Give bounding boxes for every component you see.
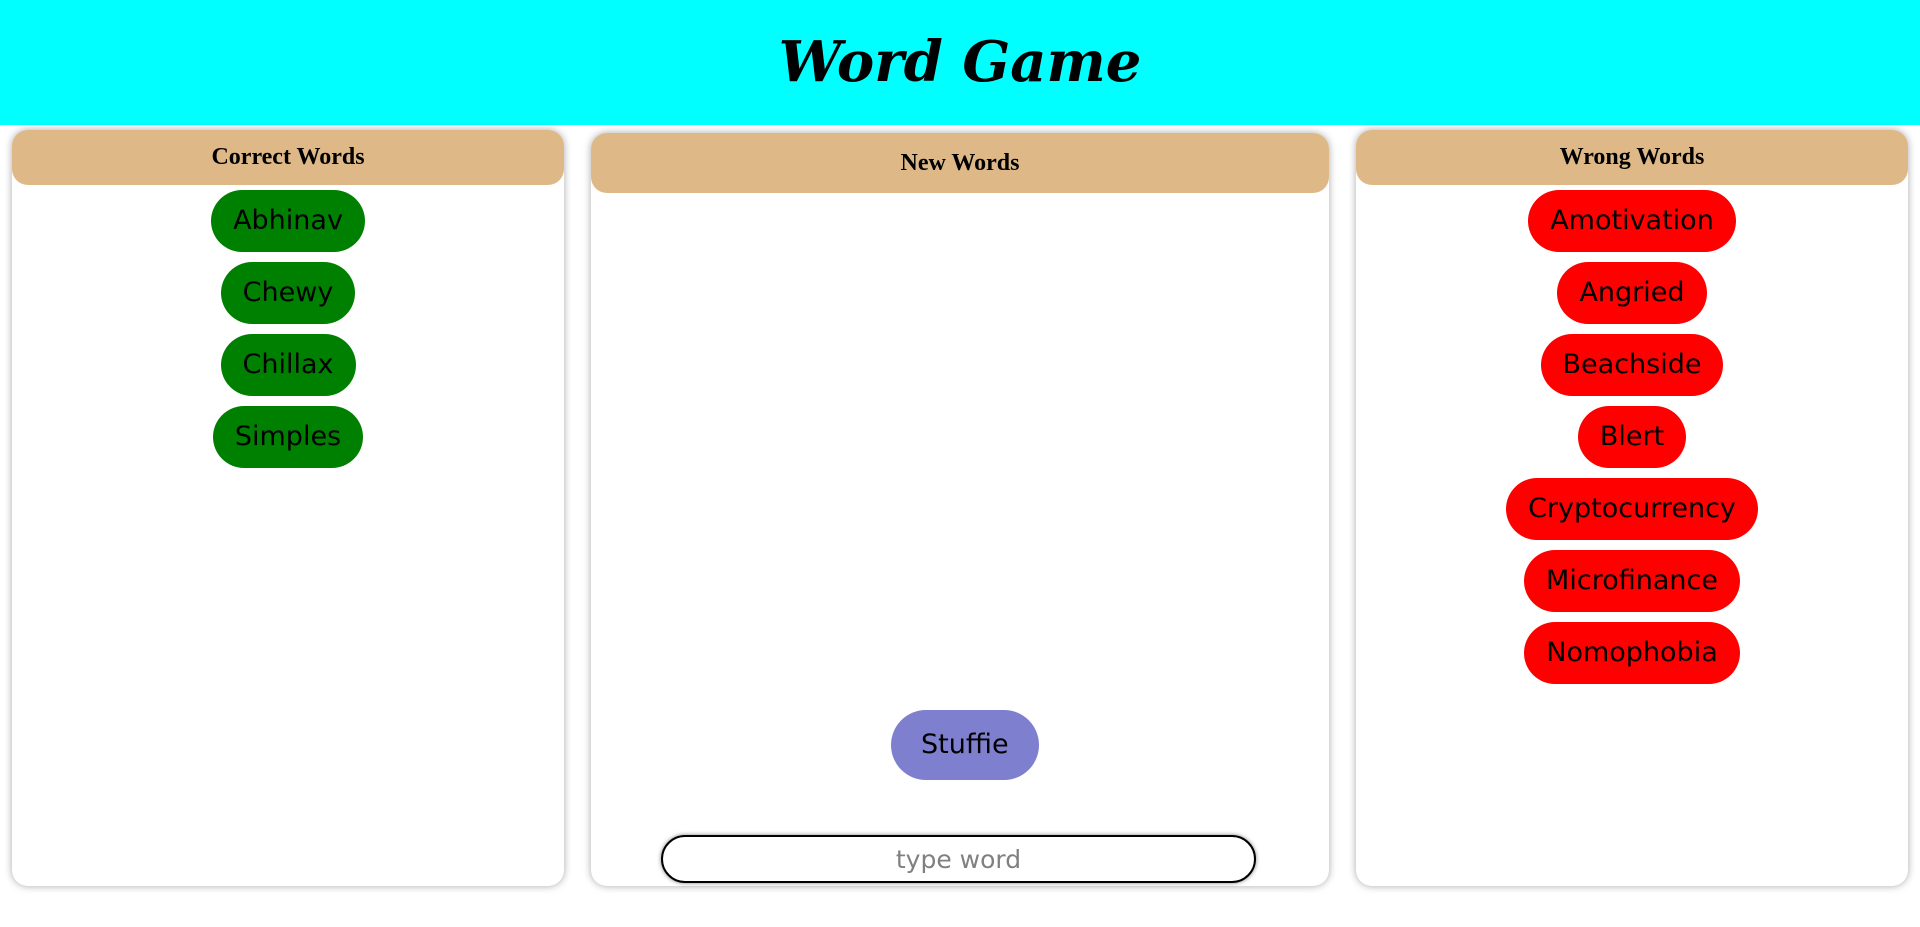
wrong-word-pill: Nomophobia	[1524, 622, 1740, 684]
title-bar: Word Game	[0, 0, 1920, 125]
new-word-pill: Stuffie	[891, 710, 1039, 780]
wrong-words-panel: Wrong Words Amotivation Angried Beachsid…	[1356, 130, 1908, 886]
correct-words-list: Abhinav Chewy Chillax Simples	[12, 190, 564, 478]
wrong-word-pill: Angried	[1557, 262, 1707, 324]
new-words-panel: New Words Stuffie	[591, 133, 1329, 886]
wrong-word-pill: Amotivation	[1528, 190, 1736, 252]
wrong-words-header: Wrong Words	[1356, 130, 1908, 185]
correct-word-pill: Simples	[212, 406, 364, 468]
wrong-word-pill: Cryptocurrency	[1506, 478, 1758, 540]
word-input[interactable]	[661, 835, 1256, 883]
wrong-words-list: Amotivation Angried Beachside Blert Cryp…	[1356, 190, 1908, 694]
new-words-header: New Words	[591, 133, 1329, 193]
wrong-word-pill: Microfinance	[1524, 550, 1740, 612]
correct-words-panel: Correct Words Abhinav Chewy Chillax Simp…	[12, 130, 564, 886]
page-title: Word Game	[778, 29, 1142, 95]
correct-word-pill: Abhinav	[211, 190, 365, 252]
wrong-word-pill: Blert	[1577, 406, 1687, 468]
correct-word-pill: Chillax	[220, 334, 356, 396]
correct-words-header: Correct Words	[12, 130, 564, 185]
correct-word-pill: Chewy	[220, 262, 356, 324]
wrong-word-pill: Beachside	[1540, 334, 1724, 396]
